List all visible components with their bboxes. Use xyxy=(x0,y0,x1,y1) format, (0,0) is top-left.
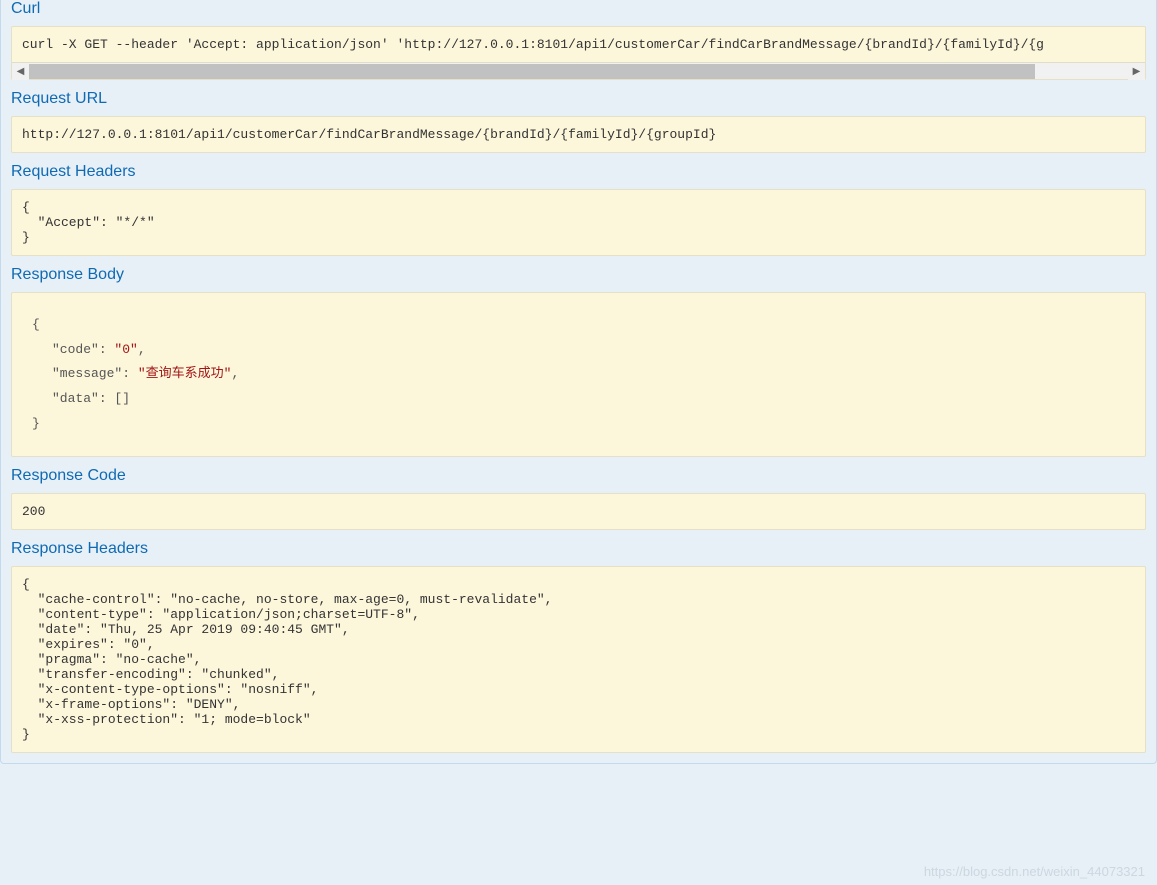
scroll-left-icon[interactable]: ◀ xyxy=(12,63,29,80)
request-url-block[interactable]: http://127.0.0.1:8101/api1/customerCar/f… xyxy=(11,116,1146,153)
json-val-message: "查询车系成功" xyxy=(138,366,232,381)
request-headers-block[interactable]: { "Accept": "*/*" } xyxy=(11,189,1146,256)
response-headers-heading: Response Headers xyxy=(11,540,1146,558)
json-val-data: [] xyxy=(114,391,130,406)
api-response-panel: Curl curl -X GET --header 'Accept: appli… xyxy=(0,0,1157,764)
json-val-code: "0" xyxy=(114,342,137,357)
request-url-heading: Request URL xyxy=(11,90,1146,108)
curl-heading: Curl xyxy=(11,0,1146,18)
curl-scrollbar[interactable]: ◀ ▶ xyxy=(12,62,1145,79)
json-key-message: "message" xyxy=(52,366,122,381)
response-body-heading: Response Body xyxy=(11,266,1146,284)
response-code-heading: Response Code xyxy=(11,467,1146,485)
response-code-block[interactable]: 200 xyxy=(11,493,1146,530)
request-headers-heading: Request Headers xyxy=(11,163,1146,181)
response-body-block[interactable]: { "code": "0", "message": "查询车系成功", "dat… xyxy=(11,292,1146,457)
scrollbar-thumb[interactable] xyxy=(29,64,1035,79)
response-headers-block[interactable]: { "cache-control": "no-cache, no-store, … xyxy=(11,566,1146,753)
json-key-data: "data" xyxy=(52,391,99,406)
scrollbar-track[interactable] xyxy=(29,63,1128,79)
scroll-right-icon[interactable]: ▶ xyxy=(1128,63,1145,80)
watermark-text: https://blog.csdn.net/weixin_44073321 xyxy=(924,864,1145,879)
json-brace-close: } xyxy=(32,416,40,431)
json-key-code: "code" xyxy=(52,342,99,357)
curl-content[interactable]: curl -X GET --header 'Accept: applicatio… xyxy=(12,37,1145,52)
json-brace-open: { xyxy=(32,317,40,332)
curl-block: curl -X GET --header 'Accept: applicatio… xyxy=(11,26,1146,80)
